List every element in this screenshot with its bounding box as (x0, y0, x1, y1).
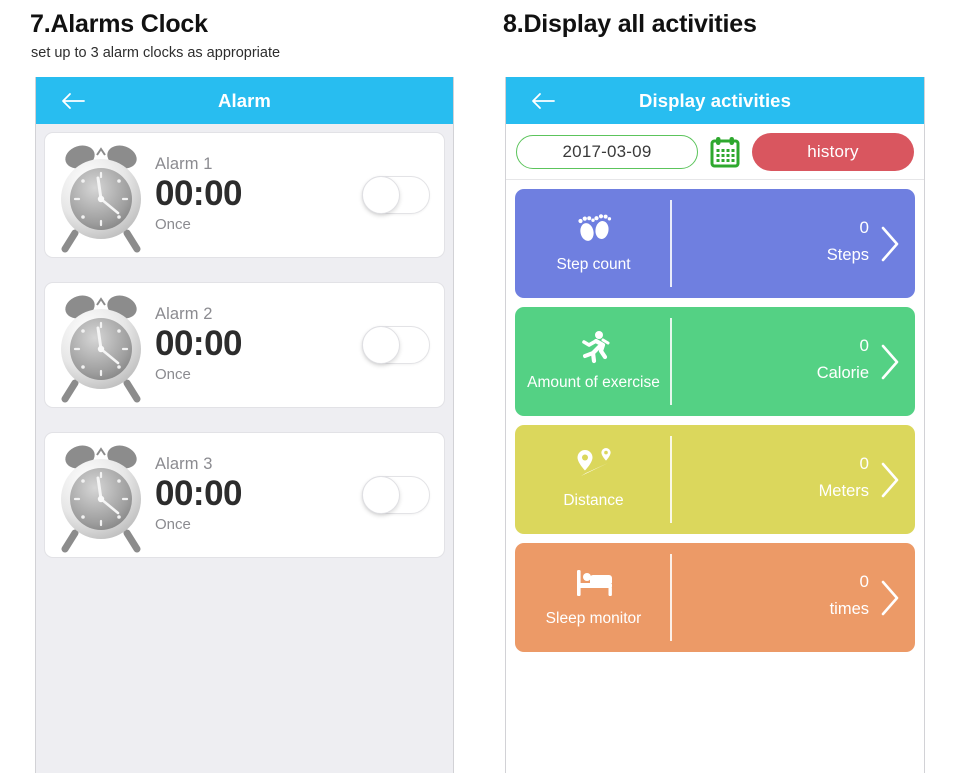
alarm-time: 00:00 (155, 324, 243, 364)
activity-card-value: 0 (859, 454, 869, 473)
activity-card-value: 0 (859, 572, 869, 591)
alarm-clock-icon (53, 287, 149, 403)
activity-card-left: Step count (515, 189, 672, 298)
alarm-clock-icon (53, 437, 149, 553)
page-root: 7.Alarms Clock set up to 3 alarm clocks … (0, 0, 960, 773)
alarm-info: Alarm 3 00:00 Once (149, 455, 362, 535)
chevron-right-icon[interactable] (877, 340, 903, 384)
alarm-time: 00:00 (155, 174, 243, 214)
route-pins-icon (572, 446, 616, 486)
alarm-repeat: Once (155, 515, 191, 533)
section-subheading-alarms: set up to 3 alarm clocks as appropriate (31, 45, 281, 61)
activity-card-left: Sleep monitor (515, 543, 672, 652)
activity-card-left: Distance (515, 425, 672, 534)
activities-appbar-title: Display activities (639, 89, 791, 111)
chevron-right-icon[interactable] (877, 576, 903, 620)
back-arrow-icon[interactable] (60, 91, 86, 111)
alarm-clock-icon (53, 137, 149, 253)
activities-appbar: Display activities (506, 77, 924, 124)
activity-card-exercise[interactable]: Amount of exercise 0 Calorie (515, 307, 915, 416)
alarm-toggle-knob (362, 326, 400, 364)
alarm-list: Alarm 1 00:00 Once Alarm 2 00:00 Once Al… (36, 124, 453, 558)
activity-card-unit: Steps (826, 246, 869, 264)
alarm-toggle[interactable] (362, 476, 430, 514)
activities-toolbar: 2017-03-09 history (506, 124, 924, 180)
activity-card-unit: Calorie (816, 364, 869, 382)
alarm-appbar-title: Alarm (218, 89, 271, 111)
activity-card-label: Step count (556, 255, 631, 273)
calendar-icon[interactable] (708, 135, 742, 169)
activity-card-list: Step count 0 Steps Amount of exercise 0 … (506, 180, 924, 652)
chevron-right-icon[interactable] (877, 458, 903, 502)
alarm-row[interactable]: Alarm 3 00:00 Once (44, 432, 445, 558)
alarm-name: Alarm 1 (155, 155, 213, 174)
alarm-appbar: Alarm (36, 77, 453, 124)
activity-card-label: Distance (563, 491, 624, 509)
alarm-name: Alarm 2 (155, 305, 213, 324)
activity-card-value: 0 (859, 336, 869, 355)
section-heading-activities: 8.Display all activities (503, 10, 757, 38)
activity-card-sleep[interactable]: Sleep monitor 0 times (515, 543, 915, 652)
alarm-row[interactable]: Alarm 1 00:00 Once (44, 132, 445, 258)
bed-icon (572, 564, 616, 604)
alarm-toggle-knob (362, 176, 400, 214)
alarm-repeat: Once (155, 215, 191, 233)
back-arrow-icon[interactable] (530, 91, 556, 111)
activity-card-label: Sleep monitor (545, 609, 642, 627)
alarm-screen: Alarm Alarm 1 00:00 Once Alarm 2 00:00 O… (35, 77, 454, 773)
history-button[interactable]: history (752, 132, 914, 171)
footprints-icon (572, 210, 616, 250)
running-person-icon (572, 328, 616, 368)
activity-card-unit: times (829, 600, 869, 618)
section-heading-alarms: 7.Alarms Clock (30, 10, 208, 38)
date-input[interactable]: 2017-03-09 (516, 134, 698, 169)
chevron-right-icon[interactable] (877, 222, 903, 266)
activities-screen: Display activities 2017-03-09 history St… (505, 77, 925, 773)
activity-card-left: Amount of exercise (515, 307, 672, 416)
alarm-repeat: Once (155, 365, 191, 383)
activity-card-distance[interactable]: Distance 0 Meters (515, 425, 915, 534)
alarm-row[interactable]: Alarm 2 00:00 Once (44, 282, 445, 408)
alarm-time: 00:00 (155, 474, 243, 514)
alarm-toggle[interactable] (362, 326, 430, 364)
alarm-toggle-knob (362, 476, 400, 514)
activity-card-value: 0 (859, 218, 869, 237)
activity-card-label: Amount of exercise (527, 373, 660, 391)
alarm-toggle[interactable] (362, 176, 430, 214)
activity-card-step-count[interactable]: Step count 0 Steps (515, 189, 915, 298)
activity-card-unit: Meters (818, 482, 869, 500)
alarm-name: Alarm 3 (155, 455, 213, 474)
alarm-info: Alarm 1 00:00 Once (149, 155, 362, 235)
alarm-info: Alarm 2 00:00 Once (149, 305, 362, 385)
